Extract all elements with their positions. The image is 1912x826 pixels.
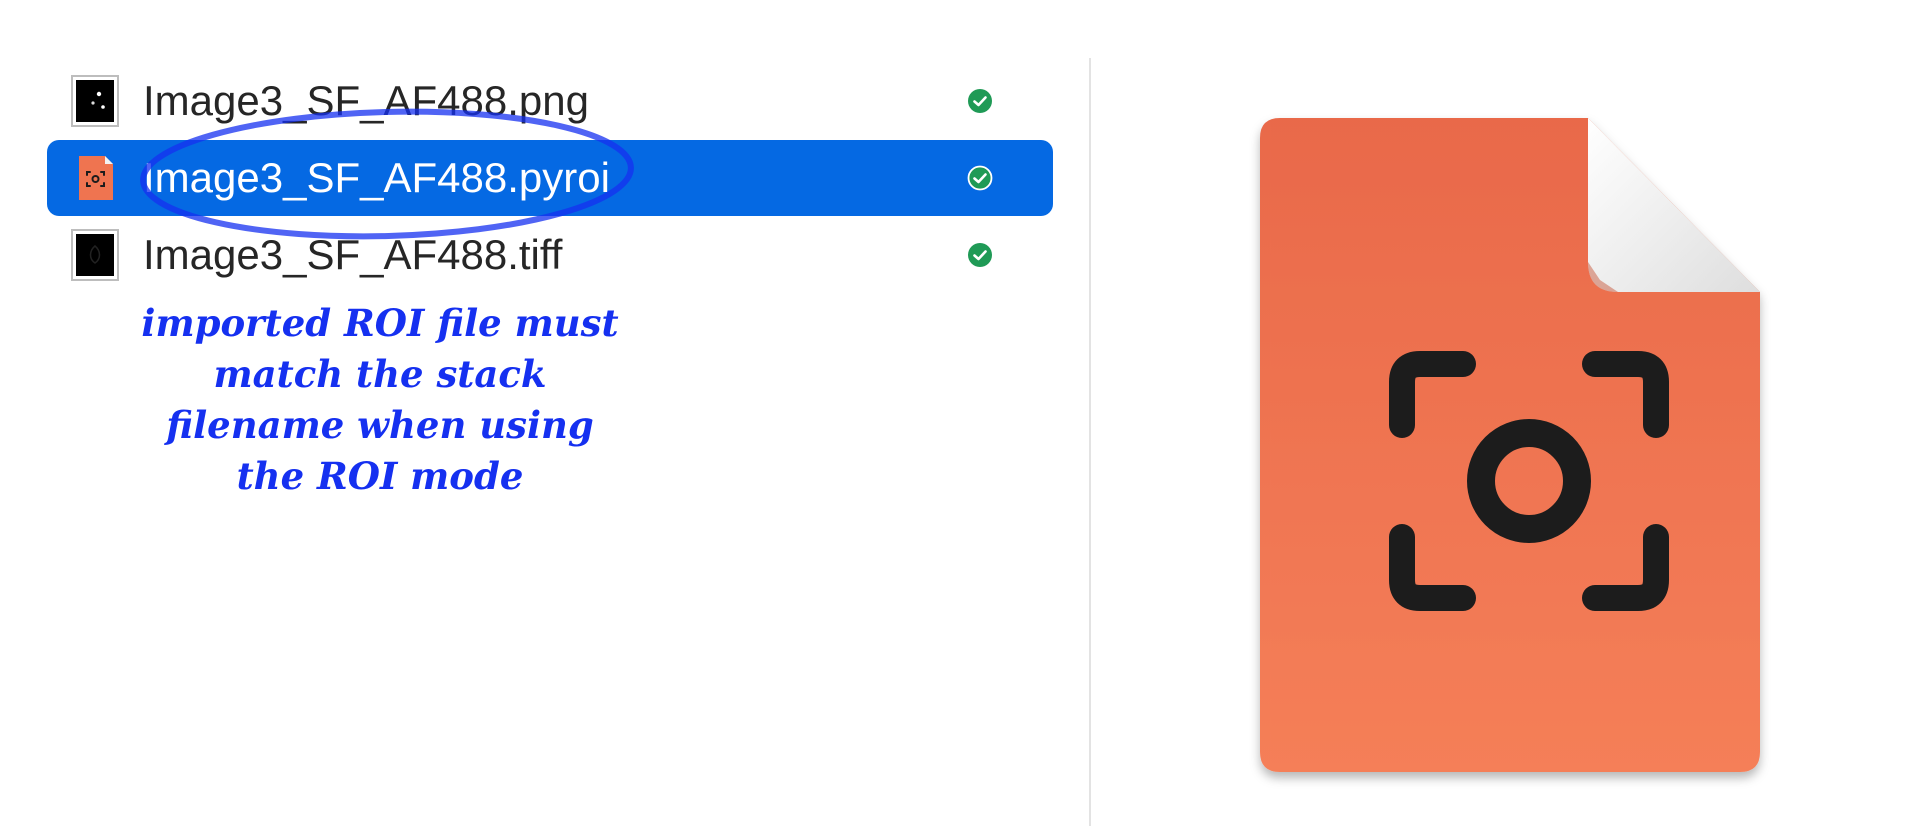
annotation-line: filename when using — [166, 403, 594, 447]
synced-check-icon — [968, 243, 992, 267]
synced-check-icon — [968, 89, 992, 113]
file-row-tiff[interactable]: Image3_SF_AF488.tiff — [47, 217, 1053, 293]
annotation-line: imported ROI file must — [141, 301, 619, 345]
roi-document-icon — [1260, 118, 1760, 772]
file-list: Image3_SF_AF488.png Image3_SF_AF488.pyro… — [0, 0, 1090, 826]
file-name: Image3_SF_AF488.png — [143, 77, 589, 124]
finder-window: Image3_SF_AF488.png Image3_SF_AF488.pyro… — [0, 0, 1912, 826]
file-row-png[interactable]: Image3_SF_AF488.png — [47, 63, 1053, 139]
synced-check-icon — [967, 165, 993, 191]
annotation-line: match the stack — [213, 352, 547, 396]
file-name: Image3_SF_AF488.pyroi — [143, 154, 610, 201]
file-name: Image3_SF_AF488.tiff — [143, 231, 563, 278]
tiff-thumbnail-icon — [71, 229, 119, 281]
pyroi-file-icon — [79, 156, 113, 200]
file-row-pyroi[interactable]: Image3_SF_AF488.pyroi — [47, 140, 1053, 216]
png-thumbnail-icon — [71, 75, 119, 127]
pane-divider[interactable] — [1089, 58, 1091, 826]
annotation-line: the ROI mode — [236, 454, 524, 498]
annotation-note: imported ROI file must match the stack f… — [100, 298, 660, 502]
